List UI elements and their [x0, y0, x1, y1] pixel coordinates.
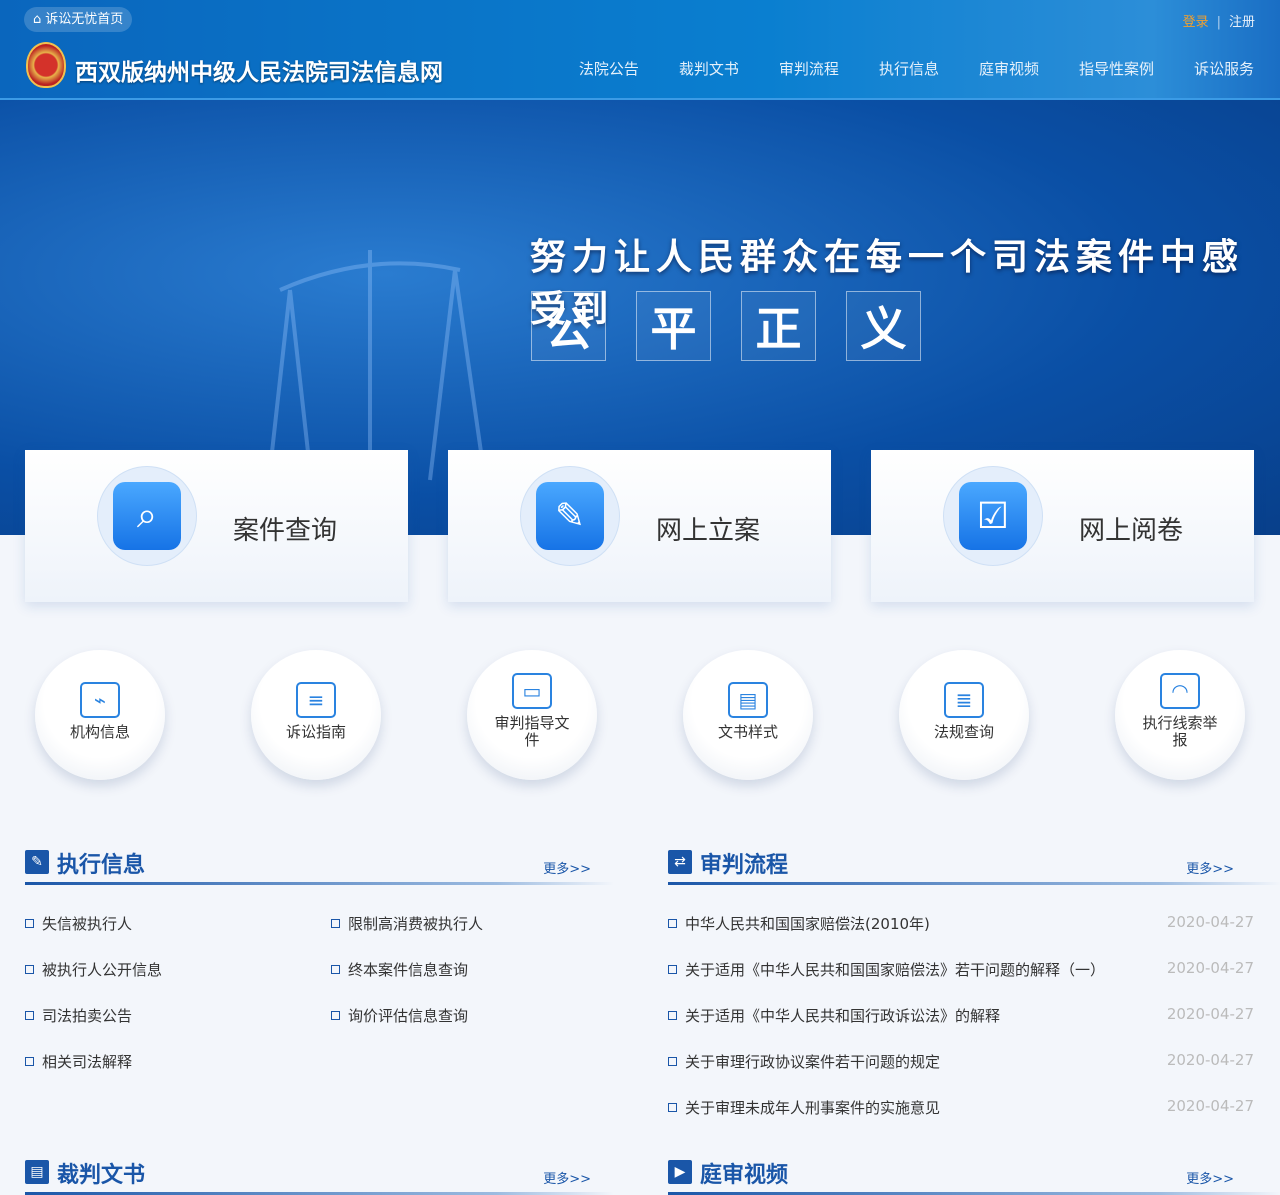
nav-trial-video[interactable]: 庭审视频 — [979, 58, 1039, 79]
monitor-icon: ⌁ — [80, 681, 120, 718]
quick-link-guide[interactable]: ≡ 诉讼指南 — [251, 650, 381, 780]
list-item[interactable]: 司法拍卖公告 — [25, 1005, 132, 1026]
list-item[interactable]: 相关司法解释 — [25, 1051, 132, 1072]
court-emblem-logo — [26, 42, 66, 88]
search-icon: ⌕ — [113, 482, 181, 550]
briefcase-icon: ▭ — [512, 673, 552, 709]
more-link[interactable]: 更多>> — [1186, 858, 1234, 877]
document-icon: ▤ — [25, 1160, 49, 1184]
nav-execution-info[interactable]: 执行信息 — [879, 58, 939, 79]
more-link[interactable]: 更多>> — [543, 1168, 591, 1187]
fairness-characters: 公 平 正 义 — [531, 291, 921, 361]
more-link[interactable]: 更多>> — [1186, 1168, 1234, 1187]
home-icon: ⌂ — [33, 12, 42, 27]
card-online-file-review[interactable]: ☑ 网上阅卷 — [871, 450, 1254, 602]
home-link-label: 诉讼无忧首页 — [45, 12, 124, 27]
item-date: 2020-04-27 — [1166, 1005, 1254, 1023]
auth-separator: | — [1216, 15, 1221, 30]
fairness-char: 义 — [846, 291, 921, 361]
documents-icon: ▤ — [728, 681, 768, 718]
card-online-filing[interactable]: ✎ 网上立案 — [448, 450, 831, 602]
list-item[interactable]: 终本案件信息查询 — [331, 959, 468, 980]
list-item[interactable]: 失信被执行人 — [25, 913, 132, 934]
nav-judgments[interactable]: 裁判文书 — [679, 58, 739, 79]
nav-litigation-service[interactable]: 诉讼服务 — [1194, 58, 1254, 79]
list-item[interactable]: 中华人民共和国国家赔偿法(2010年) — [668, 913, 930, 934]
fairness-char: 平 — [636, 291, 711, 361]
play-icon: ▶ — [668, 1160, 692, 1184]
list-item[interactable]: 关于审理未成年人刑事案件的实施意见 — [668, 1097, 940, 1118]
quick-link-label: 诉讼指南 — [285, 722, 346, 741]
list-item[interactable]: 限制高消费被执行人 — [331, 913, 483, 934]
section-title: 审判流程 — [700, 853, 789, 878]
nav-guiding-cases[interactable]: 指导性案例 — [1079, 58, 1154, 79]
quick-link-label: 文书样式 — [717, 722, 778, 741]
auth-links: 登录 | 注册 — [1183, 11, 1255, 30]
card-label: 网上阅卷 — [1079, 516, 1184, 546]
quick-link-label: 审判指导文件 — [494, 714, 570, 749]
quick-link-label: 机构信息 — [69, 722, 130, 741]
edit-icon: ✎ — [536, 482, 604, 550]
fairness-char: 正 — [741, 291, 816, 361]
service-cards: ⌕ 案件查询 ✎ 网上立案 ☑ 网上阅卷 — [25, 450, 1254, 602]
card-case-query[interactable]: ⌕ 案件查询 — [25, 450, 408, 602]
edit-icon: ✎ — [25, 850, 49, 874]
quick-link-guidance-docs[interactable]: ▭ 审判指导文件 — [467, 650, 597, 780]
section-title: 执行信息 — [57, 853, 146, 878]
document-check-icon: ☑ — [959, 482, 1027, 550]
trial-video-section: ▶ 庭审视频 更多>> — [668, 1155, 1280, 1195]
nav-court-announcements[interactable]: 法院公告 — [579, 58, 639, 79]
register-link[interactable]: 注册 — [1229, 15, 1255, 30]
quick-link-report-clues[interactable]: ◠ 执行线索举报 — [1115, 650, 1245, 780]
list-item[interactable]: 关于适用《中华人民共和国行政诉讼法》的解释 — [668, 1005, 1000, 1026]
list-item[interactable]: 关于适用《中华人民共和国国家赔偿法》若干问题的解释（一） — [668, 959, 1105, 980]
section-title: 庭审视频 — [700, 1163, 789, 1188]
judgments-section: ▤ 裁判文书 更多>> — [25, 1155, 613, 1195]
item-date: 2020-04-27 — [1166, 1097, 1254, 1115]
list-item[interactable]: 关于审理行政协议案件若干问题的规定 — [668, 1051, 940, 1072]
card-label: 案件查询 — [233, 516, 338, 546]
quick-links: ⌁ 机构信息 ≡ 诉讼指南 ▭ 审判指导文件 ▤ 文书样式 ≣ 法规查询 ◠ 执行线索举报 — [35, 650, 1245, 780]
item-date: 2020-04-27 — [1166, 1051, 1254, 1069]
item-date: 2020-04-27 — [1166, 959, 1254, 977]
quick-link-law-query[interactable]: ≣ 法规查询 — [899, 650, 1029, 780]
execution-info-section: ✎ 执行信息 更多>> 失信被执行人 限制高消费被执行人 被执行人公开信息 终本案件… — [25, 845, 613, 1085]
home-link[interactable]: ⌂ 诉讼无忧首页 — [24, 7, 133, 32]
header: ⌂ 诉讼无忧首页 西双版纳州中级人民法院司法信息网 登录 | 注册 法院公告 裁判文书… — [0, 0, 1280, 100]
flow-icon: ⇄ — [668, 850, 692, 874]
login-link[interactable]: 登录 — [1183, 15, 1209, 30]
card-label: 网上立案 — [656, 516, 761, 546]
more-link[interactable]: 更多>> — [543, 858, 591, 877]
quick-link-doc-templates[interactable]: ▤ 文书样式 — [683, 650, 813, 780]
fairness-char: 公 — [531, 291, 606, 361]
guide-icon: ≡ — [296, 681, 336, 718]
site-title: 西双版纳州中级人民法院司法信息网 — [75, 60, 443, 86]
section-title: 裁判文书 — [57, 1163, 146, 1188]
item-date: 2020-04-27 — [1166, 913, 1254, 931]
alarm-icon: ◠ — [1160, 673, 1200, 709]
law-search-icon: ≣ — [944, 681, 984, 718]
trial-process-section: ⇄ 审判流程 更多>> 中华人民共和国国家赔偿法(2010年) 2020-04-27 … — [668, 845, 1280, 1125]
list-item[interactable]: 被执行人公开信息 — [25, 959, 162, 980]
main-nav: 法院公告 裁判文书 审判流程 执行信息 庭审视频 指导性案例 诉讼服务 — [579, 58, 1254, 79]
quick-link-label: 执行线索举报 — [1142, 714, 1218, 749]
quick-link-label: 法规查询 — [933, 722, 994, 741]
quick-link-institution[interactable]: ⌁ 机构信息 — [35, 650, 165, 780]
nav-trial-process[interactable]: 审判流程 — [779, 58, 839, 79]
list-item[interactable]: 询价评估信息查询 — [331, 1005, 468, 1026]
